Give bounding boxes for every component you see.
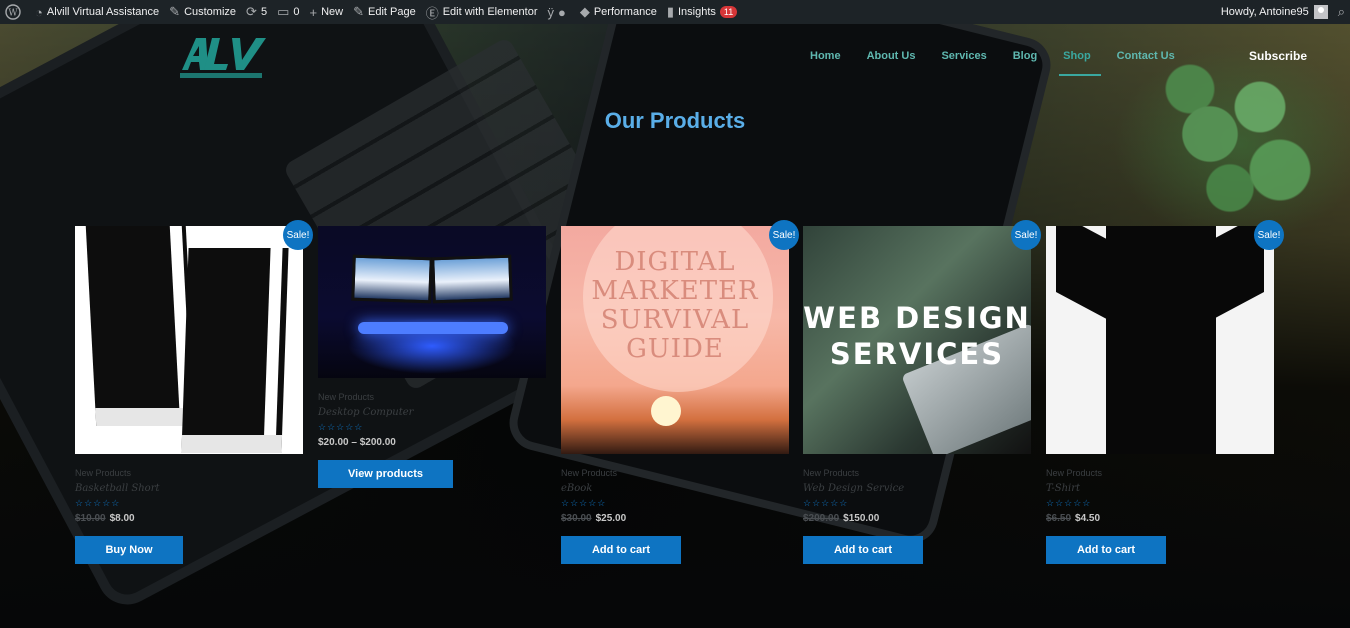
subscribe-link[interactable]: Subscribe xyxy=(1249,49,1307,63)
product-category[interactable]: New Products xyxy=(803,468,1031,478)
edit-elementor-link[interactable]: Ⓔ Edit with Elementor xyxy=(421,0,543,24)
new-content-link[interactable]: + New xyxy=(304,0,348,24)
nav-contact-us[interactable]: Contact Us xyxy=(1117,50,1175,68)
product-price: $10.00 $8.00 xyxy=(75,513,135,524)
page-title: Our Products xyxy=(604,108,746,133)
nav-about-us[interactable]: About Us xyxy=(867,50,916,68)
updates-icon: ⟳ xyxy=(246,4,257,19)
background-plant xyxy=(1130,44,1330,224)
product-card: Sale! New Products T-Shirt ☆☆☆☆☆ $6.50 $4… xyxy=(1046,220,1284,564)
rating-stars: ☆☆☆☆☆ xyxy=(318,422,364,432)
wordpress-logo-icon[interactable]: W xyxy=(0,0,30,24)
admin-bar: W ◔ Alvill Virtual Assistance ✎ Customize … xyxy=(0,0,1350,24)
monitor-left-shape xyxy=(351,254,433,304)
shorts-right-shape xyxy=(181,248,289,453)
product-price: $20.00 – $200.00 xyxy=(318,437,396,448)
product-image[interactable]: WEB DESIGN SERVICES xyxy=(803,226,1031,454)
product-card: DIGITAL MARKETER SURVIVAL GUIDE Sale! Ne… xyxy=(561,220,799,564)
product-title[interactable]: Basketball Short xyxy=(75,483,303,494)
performance-link[interactable]: ◆ Performance xyxy=(575,0,662,24)
yoast-link[interactable]: ÿ ● xyxy=(542,0,574,24)
product-card: Sale! New Products Basketball Short ☆☆☆☆… xyxy=(75,220,313,564)
product-image[interactable] xyxy=(75,226,303,454)
product-price: $200.00 $150.00 xyxy=(803,513,880,524)
shorts-left-shape xyxy=(85,226,197,426)
bar-chart-icon: ▮ xyxy=(666,4,674,19)
product-title[interactable]: eBook xyxy=(561,483,789,494)
svg-text:W: W xyxy=(8,9,18,19)
ebook-cover-text: DIGITAL MARKETER SURVIVAL GUIDE xyxy=(591,247,759,364)
product-category[interactable]: New Products xyxy=(75,468,303,478)
avatar xyxy=(1313,5,1328,19)
edit-page-link[interactable]: ✎ Edit Page xyxy=(348,0,421,24)
desk-light-shape xyxy=(358,322,508,334)
account-link[interactable]: Howdy, Antoine95 xyxy=(1216,0,1333,24)
hero-section: Home About Us Services Blog Shop Contact… xyxy=(0,24,1350,628)
product-title[interactable]: Web Design Service xyxy=(803,483,1031,494)
sun-shape xyxy=(651,396,681,426)
buy-now-button[interactable]: Buy Now xyxy=(75,536,183,564)
product-image[interactable] xyxy=(1046,226,1274,454)
product-title[interactable]: T-Shirt xyxy=(1046,483,1274,494)
sale-badge: Sale! xyxy=(283,220,313,250)
customize-link[interactable]: ✎ Customize xyxy=(164,0,241,24)
nav-blog[interactable]: Blog xyxy=(1013,50,1037,68)
product-card: WEB DESIGN SERVICES Sale! New Products W… xyxy=(803,220,1041,564)
main-nav: Home About Us Services Blog Shop Contact… xyxy=(810,50,1201,76)
sale-badge: Sale! xyxy=(1011,220,1041,250)
sale-badge: Sale! xyxy=(769,220,799,250)
sale-badge: Sale! xyxy=(1254,220,1284,250)
rating-stars: ☆☆☆☆☆ xyxy=(75,498,121,508)
rating-stars: ☆☆☆☆☆ xyxy=(1046,498,1092,508)
product-price: $6.50 $4.50 xyxy=(1046,513,1101,524)
yoast-icon: ÿ xyxy=(547,4,554,20)
rating-stars: ☆☆☆☆☆ xyxy=(561,498,607,508)
pencil-icon: ✎ xyxy=(353,4,364,19)
product-card: New Products Desktop Computer ☆☆☆☆☆ $20.… xyxy=(318,226,546,488)
performance-icon: ◆ xyxy=(579,4,590,19)
nav-services[interactable]: Services xyxy=(941,50,986,68)
site-name-link[interactable]: ◔ Alvill Virtual Assistance xyxy=(30,0,164,24)
product-price: $30.00 $25.00 xyxy=(561,513,627,524)
add-to-cart-button[interactable]: Add to cart xyxy=(803,536,923,564)
comment-icon: ▭ xyxy=(277,4,290,19)
view-products-button[interactable]: View products xyxy=(318,460,453,488)
monitor-right-shape xyxy=(431,254,513,304)
product-category[interactable]: New Products xyxy=(1046,468,1274,478)
plus-icon: + xyxy=(309,4,318,20)
add-to-cart-button[interactable]: Add to cart xyxy=(1046,536,1166,564)
site-logo[interactable] xyxy=(178,34,274,80)
search-icon[interactable]: ⌕ xyxy=(1333,0,1350,24)
insights-link[interactable]: ▮ Insights 11 xyxy=(662,0,742,24)
nav-home[interactable]: Home xyxy=(810,50,841,68)
rating-stars: ☆☆☆☆☆ xyxy=(803,498,849,508)
product-category[interactable]: New Products xyxy=(318,392,546,402)
tshirt-body-shape xyxy=(1106,226,1216,454)
status-dot-icon: ● xyxy=(557,4,566,20)
brush-icon: ✎ xyxy=(169,4,181,19)
insights-badge: 11 xyxy=(719,6,738,18)
updates-link[interactable]: ⟳ 5 xyxy=(241,0,272,24)
product-image[interactable] xyxy=(318,226,546,378)
comments-link[interactable]: ▭ 0 xyxy=(272,0,304,24)
product-image[interactable]: DIGITAL MARKETER SURVIVAL GUIDE xyxy=(561,226,789,454)
dashboard-icon: ◔ xyxy=(35,4,43,20)
add-to-cart-button[interactable]: Add to cart xyxy=(561,536,681,564)
product-title[interactable]: Desktop Computer xyxy=(318,407,546,418)
elementor-icon: Ⓔ xyxy=(425,5,439,21)
product-category[interactable]: New Products xyxy=(561,468,789,478)
nav-shop[interactable]: Shop xyxy=(1059,50,1101,76)
web-design-image-text: WEB DESIGN SERVICES xyxy=(803,301,1031,371)
